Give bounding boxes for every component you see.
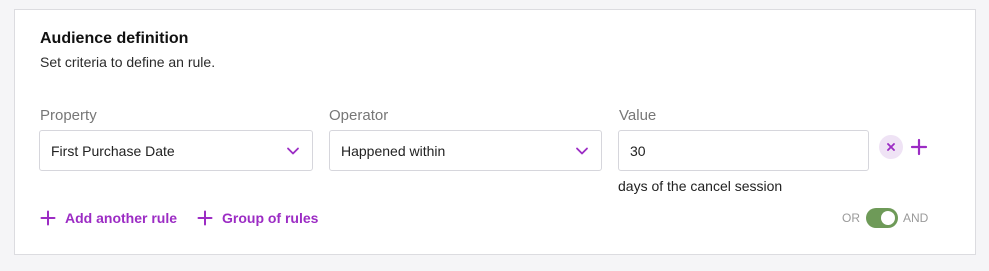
operator-select[interactable]: Happened within <box>329 130 602 171</box>
section-subtitle: Set criteria to define an rule. <box>40 54 216 70</box>
logic-toggle-group: OR AND <box>842 208 928 228</box>
add-another-rule-button[interactable]: Add another rule <box>40 210 177 226</box>
or-and-toggle[interactable] <box>866 208 898 228</box>
property-select[interactable]: First Purchase Date <box>39 130 313 171</box>
plus-icon <box>197 210 213 226</box>
remove-rule-button[interactable] <box>879 135 903 159</box>
add-another-rule-label: Add another rule <box>65 210 178 226</box>
value-input[interactable] <box>618 130 869 171</box>
property-label: Property <box>40 107 97 124</box>
operator-label: Operator <box>329 107 389 124</box>
section-title: Audience definition <box>40 30 189 47</box>
add-condition-button[interactable] <box>910 138 928 156</box>
property-selected-value: First Purchase Date <box>51 142 175 159</box>
chevron-down-icon <box>287 147 299 155</box>
value-suffix-text: days of the cancel session <box>618 178 783 194</box>
chevron-down-icon <box>576 147 588 155</box>
group-of-rules-label: Group of rules <box>222 210 319 226</box>
close-icon <box>887 143 895 151</box>
toggle-or-label: OR <box>842 211 860 225</box>
value-label: Value <box>619 107 657 124</box>
operator-selected-value: Happened within <box>341 142 446 159</box>
group-of-rules-button[interactable]: Group of rules <box>197 210 318 226</box>
toggle-and-label: AND <box>903 211 929 225</box>
audience-definition-card: Audience definition Set criteria to defi… <box>14 9 976 255</box>
plus-icon <box>40 210 56 226</box>
toggle-knob <box>881 211 895 225</box>
